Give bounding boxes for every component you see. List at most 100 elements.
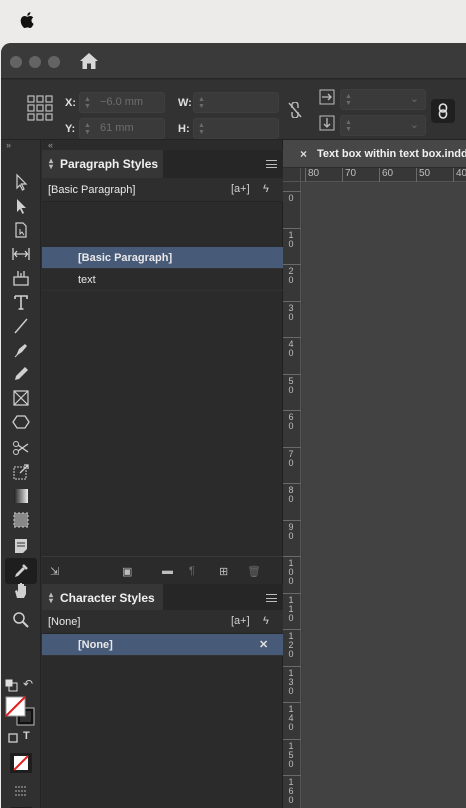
scale-y-icon[interactable] — [319, 115, 335, 131]
constrain-proportions-icon[interactable] — [288, 102, 302, 118]
scissors-tool-icon[interactable] — [11, 438, 31, 458]
indesign-window: X: Y: ▲ ▼ −6.0 mm ▲ ▼ 61 mm W: H: ▲ ▼ ▲ ▼ — [1, 43, 466, 808]
ruler-label: 60 — [288, 412, 294, 431]
x-label: X: — [65, 97, 76, 109]
apple-icon[interactable] — [19, 10, 37, 30]
ruler-tick — [283, 300, 301, 302]
w-stepper-icon[interactable]: ▲ ▼ — [198, 96, 205, 110]
character-styles-tab[interactable]: ▴ ▾ Character Styles — [42, 584, 163, 612]
character-current-style: [None] — [48, 616, 81, 628]
pasteboard[interactable] — [302, 183, 466, 808]
ruler-label: 70 — [288, 448, 294, 468]
expand-panels-icon[interactable]: « — [48, 140, 53, 150]
screen-mode-icon[interactable] — [11, 782, 31, 802]
no-edit-pencil-icon: ✕ — [259, 639, 269, 651]
swap-fill-stroke-icon[interactable]: ↶ — [23, 677, 33, 691]
delete-style-icon[interactable]: 🗑 — [247, 565, 261, 578]
zoom-window-button[interactable] — [48, 56, 60, 68]
ruler-label: 40 — [288, 339, 294, 358]
load-styles-icon[interactable]: ⇲ — [50, 565, 59, 578]
pen-tool-icon[interactable] — [11, 340, 31, 360]
x-value: −6.0 mm — [100, 96, 144, 108]
character-current-style-row: [None] [a+] ϟ — [42, 610, 283, 634]
paragraph-style-label: [Basic Paragraph] — [78, 252, 173, 264]
new-style-from-selection-icon[interactable]: [a+] — [231, 183, 250, 195]
h-label: H: — [178, 123, 190, 135]
ruler-tick — [283, 446, 301, 448]
selection-tool-icon[interactable] — [11, 172, 31, 192]
clear-overrides-icon[interactable]: ¶ — [189, 565, 195, 577]
y-stepper-icon[interactable]: ▲ ▼ — [84, 122, 91, 136]
create-new-style-icon[interactable]: ⊞ — [219, 565, 228, 578]
ruler-label: 50 — [288, 375, 294, 395]
ruler-label: 20 — [288, 266, 294, 285]
character-style-item[interactable]: [None] ✕ — [42, 634, 283, 656]
apply-none-icon[interactable] — [9, 752, 33, 774]
zoom-tool-icon[interactable] — [11, 610, 31, 630]
document-tab[interactable]: × Text box within text box.indd — [283, 140, 466, 168]
formatting-text-icon[interactable]: T — [23, 730, 30, 742]
gradient-swatch-tool-icon[interactable] — [11, 486, 31, 506]
sy-dropdown-icon[interactable]: ⌄ — [410, 118, 419, 131]
direct-selection-tool-icon[interactable] — [11, 196, 31, 216]
note-tool-icon[interactable] — [11, 536, 31, 556]
line-tool-icon[interactable] — [11, 316, 31, 336]
polygon-tool-icon[interactable] — [11, 412, 31, 432]
sy-stepper-icon[interactable]: ▲ ▼ — [345, 119, 352, 133]
gradient-feather-tool-icon[interactable] — [11, 510, 31, 530]
formatting-container-icon[interactable] — [7, 732, 19, 744]
paragraph-panel-menu-icon[interactable] — [266, 160, 277, 168]
new-style-group-icon[interactable]: ▣ — [122, 565, 132, 578]
height-field[interactable]: ▲ ▼ — [193, 118, 279, 139]
scale-x-field[interactable]: ▲ ▼ ⌄ — [340, 89, 426, 110]
ruler-label: 50 — [419, 168, 431, 179]
minimize-window-button[interactable] — [29, 56, 41, 68]
folder-icon[interactable]: ▬ — [162, 565, 173, 577]
paragraph-style-item[interactable]: text — [42, 269, 283, 291]
sx-stepper-icon[interactable]: ▲ ▼ — [345, 93, 352, 107]
home-icon[interactable] — [79, 52, 99, 70]
page-tool-icon[interactable] — [11, 220, 31, 240]
close-tab-icon[interactable]: × — [300, 147, 307, 161]
free-transform-tool-icon[interactable] — [11, 462, 31, 482]
tools-panel: » ↶ T — [1, 140, 41, 808]
ruler-tick — [283, 556, 301, 557]
sx-dropdown-icon[interactable]: ⌄ — [410, 92, 419, 105]
quick-apply-icon[interactable]: ϟ — [263, 183, 269, 195]
paragraph-style-item[interactable]: [Basic Paragraph] — [42, 247, 283, 269]
type-tool-icon[interactable] — [11, 292, 31, 312]
reference-point-icon[interactable] — [27, 95, 53, 121]
close-window-button[interactable] — [10, 56, 22, 68]
quick-apply-icon[interactable]: ϟ — [263, 615, 269, 627]
ruler-label: 60 — [382, 168, 394, 179]
width-field[interactable]: ▲ ▼ — [193, 92, 279, 113]
character-styles-header: ▴ ▾ Character Styles — [42, 584, 283, 612]
default-fill-stroke-icon[interactable] — [4, 678, 18, 692]
pencil-tool-icon[interactable] — [11, 364, 31, 384]
x-stepper-icon[interactable]: ▲ ▼ — [84, 96, 91, 110]
link-scale-button[interactable] — [431, 99, 455, 123]
new-style-from-selection-icon[interactable]: [a+] — [231, 615, 250, 627]
ruler-label: 150 — [288, 740, 294, 769]
x-field[interactable]: ▲ ▼ −6.0 mm — [79, 92, 165, 113]
rectangle-frame-tool-icon[interactable] — [11, 388, 31, 408]
y-field[interactable]: ▲ ▼ 61 mm — [79, 118, 165, 139]
content-collector-tool-icon[interactable] — [11, 268, 31, 288]
hand-tool-icon[interactable] — [11, 580, 31, 600]
fill-stroke-swatch-icon[interactable] — [5, 696, 37, 726]
scale-x-icon[interactable] — [319, 89, 335, 105]
ruler-label: 80 — [308, 168, 320, 179]
panel-arrows-icon: ▴ ▾ — [49, 156, 54, 171]
h-stepper-icon[interactable]: ▲ ▼ — [198, 122, 205, 136]
paragraph-styles-tab[interactable]: ▴ ▾ Paragraph Styles — [42, 150, 163, 178]
ruler-origin[interactable] — [283, 168, 301, 182]
horizontal-ruler[interactable]: 80 70 60 50 40 — [301, 168, 466, 182]
styles-panel-dock: « ▴ ▾ Paragraph Styles [Basic Paragraph] … — [42, 140, 283, 808]
character-panel-menu-icon[interactable] — [266, 594, 277, 602]
eyedropper-tool-icon — [15, 564, 28, 577]
scale-y-field[interactable]: ▲ ▼ ⌄ — [340, 115, 426, 136]
vertical-ruler[interactable]: 0 10 20 30 40 50 60 70 80 90 100 110 120 130 140 150 160 — [283, 182, 301, 808]
collapse-tools-icon[interactable]: » — [6, 140, 11, 150]
ruler-label: 90 — [288, 521, 294, 541]
gap-tool-icon[interactable] — [11, 244, 31, 264]
